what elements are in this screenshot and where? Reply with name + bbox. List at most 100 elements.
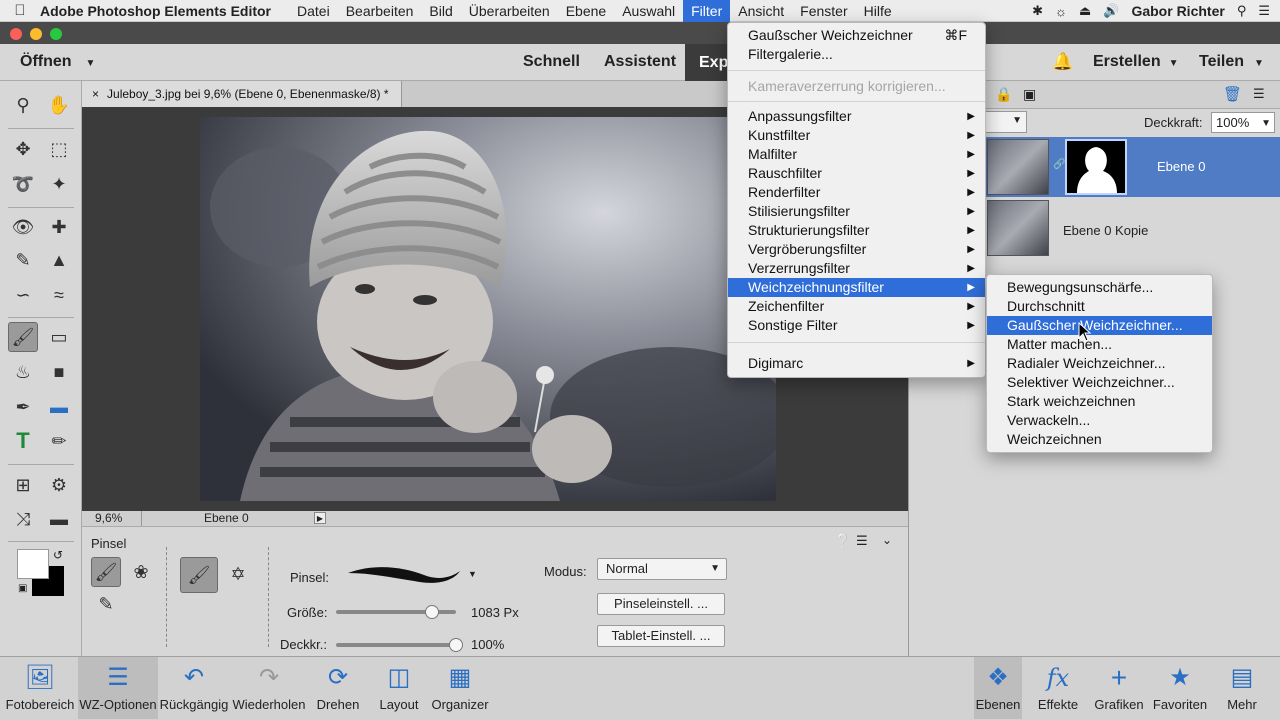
menu-item-blur-more[interactable]: Stark weichzeichnen xyxy=(987,392,1212,411)
magic-wand-tool-icon[interactable]: ✦ xyxy=(44,169,74,199)
opacity-slider-knob[interactable] xyxy=(449,638,463,652)
paint-bucket-tool-icon[interactable]: ♨ xyxy=(8,357,38,387)
content-aware-move-tool-icon[interactable]: ⤨ xyxy=(8,504,38,534)
impressionist-brush-icon[interactable]: ❀ xyxy=(126,557,156,587)
lock-icon[interactable]: 🔒 xyxy=(995,86,1012,103)
zoom-tool-icon[interactable]: ⚲ xyxy=(8,90,38,120)
menu-item-surface-blur[interactable]: Matter machen... xyxy=(987,335,1212,354)
zoom-window-icon[interactable] xyxy=(50,28,62,40)
open-button[interactable]: Öffnen ▼ xyxy=(20,53,95,71)
brush-settings-button[interactable]: Pinseleinstell. ... xyxy=(597,593,725,615)
bell-icon[interactable]: 🔔 xyxy=(1052,52,1073,72)
lock-transparency-icon[interactable]: ▣ xyxy=(1023,86,1036,103)
layers-panel-button[interactable]: ❖ Ebenen xyxy=(974,657,1022,719)
effects-panel-button[interactable]: fx Effekte xyxy=(1034,657,1082,719)
smudge-tool-icon[interactable]: ≈ xyxy=(44,280,74,310)
menu-item-brush-strokes[interactable]: Malfilter ▶ xyxy=(728,145,985,164)
spot-healing-tool-icon[interactable]: ✚ xyxy=(44,212,74,242)
status-menu-arrow-icon[interactable]: ▶ xyxy=(314,512,326,524)
undo-button[interactable]: ↶ Rückgängig xyxy=(158,657,230,719)
apple-menu-icon[interactable]:  xyxy=(0,2,40,19)
photo-canvas[interactable] xyxy=(200,117,776,501)
straighten-tool-icon[interactable]: ▬ xyxy=(44,504,74,534)
size-slider-knob[interactable] xyxy=(425,605,439,619)
menu-item-texture[interactable]: Strukturierungsfilter ▶ xyxy=(728,221,985,240)
wifi-icon[interactable]: ☼ xyxy=(1055,4,1067,19)
tab-quick[interactable]: Schnell xyxy=(523,53,580,71)
menu-fenster[interactable]: Fenster xyxy=(792,0,855,22)
brush-tool-icon[interactable]: 🖌 xyxy=(8,322,38,352)
menu-item-smart-blur[interactable]: Selektiver Weichzeichner... xyxy=(987,373,1212,392)
menu-item-radial-blur[interactable]: Radialer Weichzeichner... xyxy=(987,354,1212,373)
red-eye-tool-icon[interactable]: 👁 xyxy=(8,212,38,242)
smart-brush-tool-icon[interactable]: ✎ xyxy=(8,245,38,275)
menu-item-blur[interactable]: Weichzeichnungsfilter ▶ xyxy=(728,278,985,297)
menu-item-sketch[interactable]: Zeichenfilter ▶ xyxy=(728,297,985,316)
user-name[interactable]: Gabor Richter xyxy=(1131,3,1224,19)
app-name-menu[interactable]: Adobe Photoshop Elements Editor xyxy=(40,3,271,19)
layer-row[interactable]: Ebene 0 Kopie xyxy=(985,197,1280,257)
layout-button[interactable]: ◫ Layout xyxy=(372,657,426,719)
menu-item-filter-gallery[interactable]: Filtergalerie... xyxy=(728,45,985,64)
menu-filter[interactable]: Filter xyxy=(683,0,731,22)
volume-icon[interactable]: 🔊 xyxy=(1103,3,1119,19)
share-button[interactable]: Teilen ▼ xyxy=(1199,53,1264,71)
eject-icon[interactable]: ⏏ xyxy=(1079,3,1091,19)
layer-row[interactable]: 🔗 Ebene 0 xyxy=(985,137,1280,197)
gradient-tool-icon[interactable]: ■ xyxy=(44,357,74,387)
menu-ansicht[interactable]: Ansicht xyxy=(730,0,792,22)
menu-item-shake[interactable]: Verwackeln... xyxy=(987,411,1212,430)
favorites-panel-button[interactable]: ★ Favoriten xyxy=(1150,657,1210,719)
menu-item-motion-blur[interactable]: Bewegungsunschärfe... xyxy=(987,278,1212,297)
document-tab[interactable]: × Juleboy_3.jpg bei 9,6% (Ebene 0, Ebenen… xyxy=(82,81,402,107)
layer-mask-thumbnail[interactable] xyxy=(1065,139,1127,195)
menu-item-digimarc[interactable]: Digimarc ▶ xyxy=(728,354,985,373)
menu-item-pixelate[interactable]: Vergröberungsfilter ▶ xyxy=(728,240,985,259)
marquee-tool-icon[interactable]: ⬚ xyxy=(44,134,74,164)
opacity-slider[interactable] xyxy=(336,638,463,652)
crop-tool-icon[interactable]: ⊞ xyxy=(8,470,38,500)
menu-item-noise[interactable]: Rauschfilter ▶ xyxy=(728,164,985,183)
panel-menu-icon[interactable]: ☰ xyxy=(856,533,868,549)
collapse-chevron-icon[interactable]: ⌄ xyxy=(882,533,892,547)
menu-datei[interactable]: Datei xyxy=(289,0,338,22)
brush-stroke-preview[interactable] xyxy=(344,563,464,585)
trash-icon[interactable]: 🗑 xyxy=(1223,85,1242,103)
brush-mode-icon[interactable]: 🖌 xyxy=(91,557,121,587)
organizer-button[interactable]: ▦ Organizer xyxy=(430,657,490,719)
photo-bin-button[interactable]: 🖼 Fotobereich xyxy=(4,657,76,719)
menu-hilfe[interactable]: Hilfe xyxy=(856,0,900,22)
panel-menu-icon[interactable]: ☰ xyxy=(1253,86,1265,102)
clone-stamp-tool-icon[interactable]: ▲ xyxy=(44,245,74,275)
zoom-level[interactable]: 9,6% xyxy=(95,511,122,526)
menu-item-artistic[interactable]: Kunstfilter ▶ xyxy=(728,126,985,145)
default-colors-icon[interactable]: ▣ xyxy=(18,583,27,594)
pencil-tool-icon[interactable]: ✏ xyxy=(44,426,74,456)
notification-list-icon[interactable]: ☰ xyxy=(1258,3,1270,19)
recompose-tool-icon[interactable]: ⚙ xyxy=(44,470,74,500)
help-icon[interactable]: ❔ xyxy=(834,533,851,550)
hand-tool-icon[interactable]: ✋ xyxy=(44,90,74,120)
bluetooth-icon[interactable]: ✱ xyxy=(1032,3,1043,19)
eyedropper-tool-icon[interactable]: ✒ xyxy=(8,392,38,422)
text-tool-icon[interactable]: T xyxy=(8,426,38,456)
menu-bearbeiten[interactable]: Bearbeiten xyxy=(338,0,422,22)
size-slider[interactable] xyxy=(336,605,456,619)
brush-airbrush-off-icon[interactable]: 🖌 xyxy=(180,557,218,593)
menu-item-last-filter[interactable]: Gaußscher Weichzeichner ⌘F xyxy=(728,26,985,45)
shape-tool-icon[interactable]: ▬ xyxy=(44,392,74,422)
menu-item-render[interactable]: Renderfilter ▶ xyxy=(728,183,985,202)
eraser-tool-icon[interactable]: ▭ xyxy=(44,322,74,352)
menu-item-adjustments[interactable]: Anpassungsfilter ▶ xyxy=(728,107,985,126)
tablet-settings-button[interactable]: Tablet-Einstell. ... xyxy=(597,625,725,647)
close-window-icon[interactable] xyxy=(10,28,22,40)
lasso-select-tool-icon[interactable]: ∽ xyxy=(8,280,38,310)
menu-ueberarbeiten[interactable]: Überarbeiten xyxy=(461,0,558,22)
create-button[interactable]: Erstellen ▼ xyxy=(1093,53,1179,71)
tool-options-button[interactable]: ☰ WZ-Optionen xyxy=(78,657,158,719)
layer-opacity-field[interactable]: 100% ▼ xyxy=(1211,112,1275,133)
menu-bild[interactable]: Bild xyxy=(421,0,460,22)
rotate-button[interactable]: ⟳ Drehen xyxy=(310,657,366,719)
lasso-tool-icon[interactable]: ➰ xyxy=(8,169,38,199)
menu-auswahl[interactable]: Auswahl xyxy=(614,0,683,22)
